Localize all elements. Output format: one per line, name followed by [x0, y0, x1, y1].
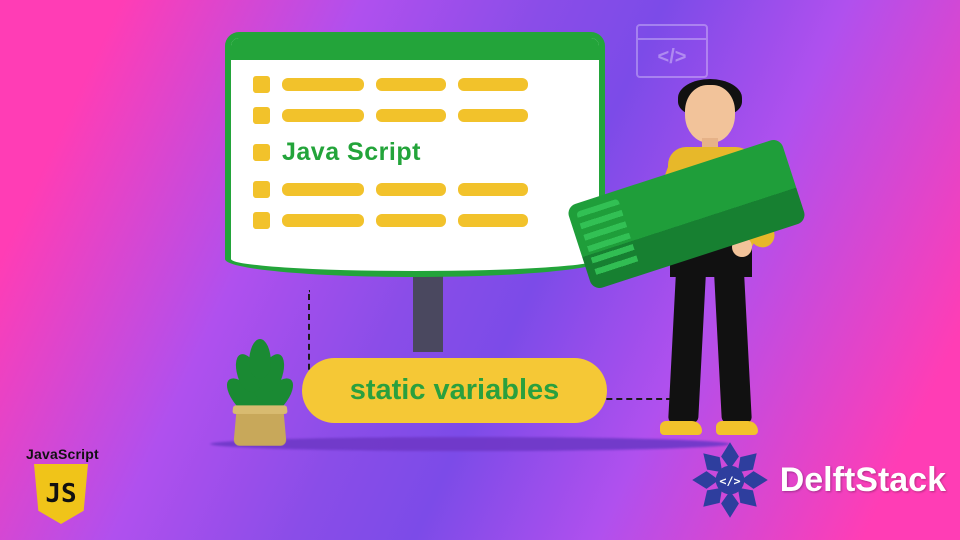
document-label: Java Script	[282, 138, 421, 167]
javascript-shield-icon: JS	[34, 464, 88, 524]
document-card: Java Script	[225, 32, 605, 277]
javascript-caption: JavaScript	[26, 446, 96, 462]
plant-illustration	[225, 325, 295, 445]
mandala-icon: </>	[688, 438, 772, 522]
document-content: Java Script	[253, 76, 577, 243]
topic-pill: static variables	[302, 358, 607, 423]
brand-name: DelftStack	[780, 461, 946, 500]
code-window-icon: </>	[636, 24, 708, 78]
code-glyph: </>	[638, 46, 706, 69]
mandala-glyph: </>	[719, 474, 740, 488]
delftstack-logo: </> DelftStack	[688, 438, 946, 522]
topic-pill-text: static variables	[350, 374, 560, 407]
javascript-logo: JavaScript JS	[26, 446, 96, 524]
